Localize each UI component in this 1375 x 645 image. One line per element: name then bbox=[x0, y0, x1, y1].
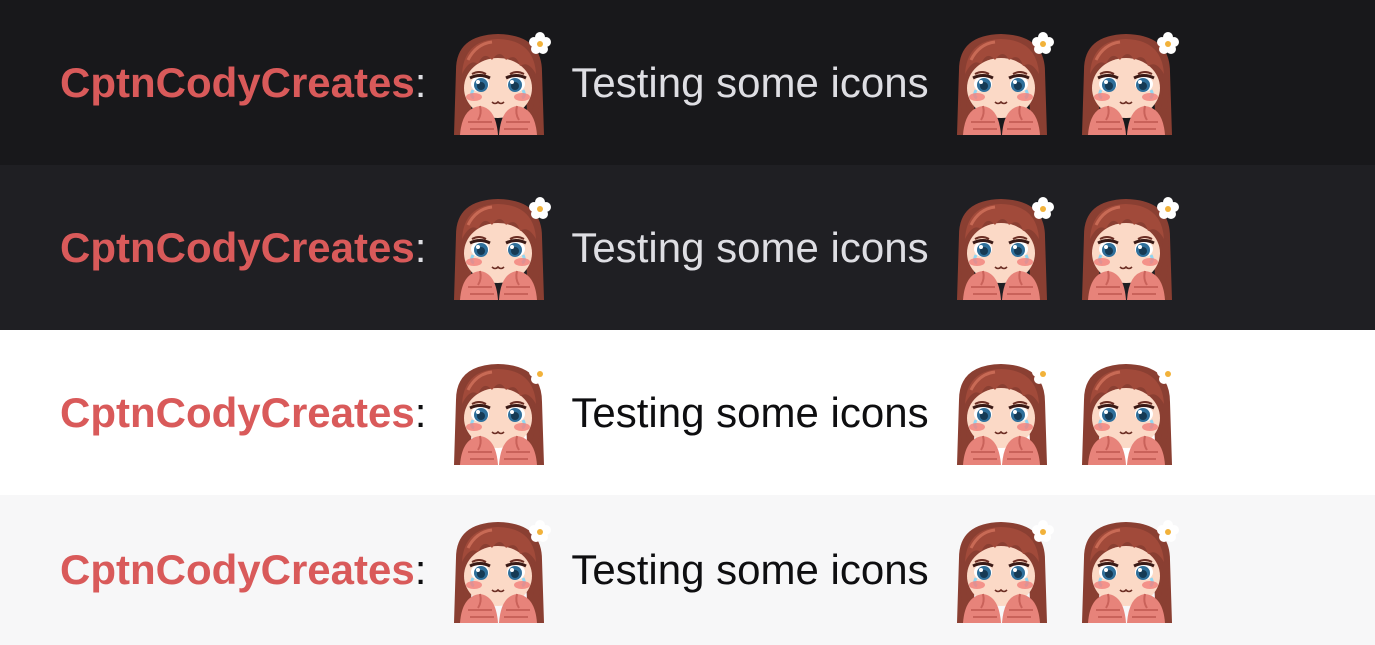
separator: : bbox=[414, 388, 427, 436]
username[interactable]: CptnCodyCreates bbox=[60, 224, 415, 272]
crying-girl-emote-icon[interactable] bbox=[1074, 518, 1179, 623]
separator: : bbox=[414, 223, 427, 271]
chat-preview: CptnCodyCreates : Testing some icons Cpt… bbox=[0, 0, 1375, 645]
chat-message-dark-1: CptnCodyCreates : Testing some icons bbox=[0, 0, 1375, 165]
crying-girl-emote-icon[interactable] bbox=[446, 360, 551, 465]
username[interactable]: CptnCodyCreates bbox=[60, 59, 415, 107]
message-text: Testing some icons bbox=[571, 388, 929, 436]
crying-girl-emote-icon[interactable] bbox=[949, 360, 1054, 465]
crying-girl-emote-icon[interactable] bbox=[446, 30, 551, 135]
chat-message-dark-2: CptnCodyCreates : Testing some icons bbox=[0, 165, 1375, 330]
separator: : bbox=[414, 58, 427, 106]
crying-girl-emote-icon[interactable] bbox=[949, 518, 1054, 623]
message-text: Testing some icons bbox=[571, 546, 929, 593]
crying-girl-emote-icon[interactable] bbox=[446, 195, 551, 300]
username[interactable]: CptnCodyCreates bbox=[60, 389, 415, 437]
crying-girl-emote-icon[interactable] bbox=[1074, 30, 1179, 135]
crying-girl-emote-icon[interactable] bbox=[949, 30, 1054, 135]
message-text: Testing some icons bbox=[571, 58, 929, 106]
chat-message-light-2: CptnCodyCreates : Testing some icons bbox=[0, 495, 1375, 645]
separator: : bbox=[414, 546, 427, 593]
username[interactable]: CptnCodyCreates bbox=[60, 546, 415, 594]
chat-message-light-1: CptnCodyCreates : Testing some icons bbox=[0, 330, 1375, 495]
crying-girl-emote-icon[interactable] bbox=[949, 195, 1054, 300]
crying-girl-emote-icon[interactable] bbox=[1074, 360, 1179, 465]
crying-girl-emote-icon[interactable] bbox=[446, 518, 551, 623]
message-text: Testing some icons bbox=[571, 223, 929, 271]
crying-girl-emote-icon[interactable] bbox=[1074, 195, 1179, 300]
